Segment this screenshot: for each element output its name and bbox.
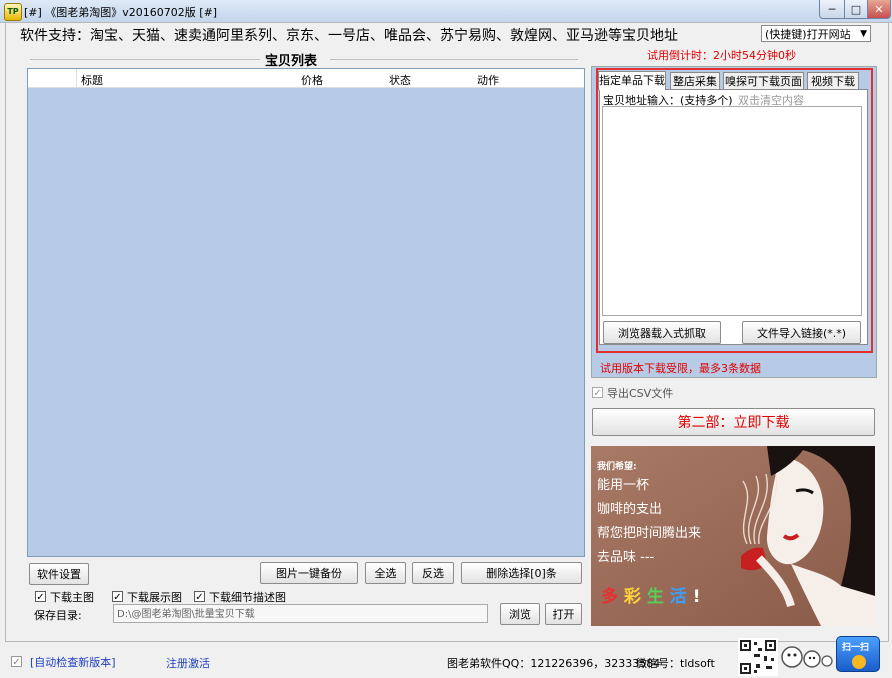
download-display-label: 下载展示图 xyxy=(127,591,182,604)
face-icon xyxy=(852,655,866,669)
register-link[interactable]: 注册激活 xyxy=(166,655,210,671)
title-bar: TP [#] 《图老弟淘图》v20160702版 [#] ─ □ ✕ xyxy=(0,0,892,23)
auto-check-link[interactable]: [自动检查新版本] xyxy=(30,654,116,670)
ad-slogan-char: 彩 xyxy=(623,587,641,607)
close-button[interactable]: ✕ xyxy=(867,0,891,19)
tab-single-item[interactable]: 指定单品下载 xyxy=(598,71,666,90)
column-separator xyxy=(76,69,77,87)
ad-slogan-char: 生 xyxy=(646,587,664,607)
tab-sniff-pages[interactable]: 嗅探可下载页面 xyxy=(723,72,804,89)
list-header: 标题 价格 状态 动作 xyxy=(28,69,584,88)
auto-check-checkbox[interactable]: ✓ xyxy=(11,656,22,668)
mascot-icon xyxy=(781,646,833,668)
ad-slogan-char: 活 xyxy=(669,587,687,607)
trial-countdown: 试用倒计时：2小时54分钟0秒 xyxy=(647,49,796,62)
app-icon: TP xyxy=(4,3,22,21)
ad-slogan: 多 彩 生 活 ! xyxy=(601,582,700,607)
shortcut-select-value: (快捷键)打开网站 xyxy=(765,28,851,41)
browser-capture-button[interactable]: 浏览器载入式抓取 xyxy=(603,321,721,344)
ad-line: 能用一杯 xyxy=(597,478,650,493)
browse-button[interactable]: 浏览 xyxy=(500,603,540,625)
list-group-title: 宝贝列表 xyxy=(265,54,318,69)
download-detail-label: 下载细节描述图 xyxy=(209,591,286,604)
group-line xyxy=(30,59,260,60)
image-backup-button[interactable]: 图片一键备份 xyxy=(260,562,358,584)
column-header-status[interactable]: 状态 xyxy=(389,72,411,88)
download-main-label: 下载主图 xyxy=(50,591,94,604)
minimize-button[interactable]: ─ xyxy=(819,0,845,19)
wechat-contact: 微信号：tldsoft xyxy=(636,657,715,670)
qr-code-icon xyxy=(738,638,778,676)
ad-line: 咖啡的支出 xyxy=(597,502,663,517)
select-all-button[interactable]: 全选 xyxy=(365,562,406,584)
tab-whole-shop[interactable]: 整店采集 xyxy=(670,72,720,89)
scan-badge[interactable]: 扫一扫 xyxy=(836,636,880,672)
supported-sites-text: 软件支持：淘宝、天猫、速卖通阿里系列、京东、一号店、唯品会、苏宁易购、敦煌网、亚… xyxy=(20,28,678,44)
settings-button[interactable]: 软件设置 xyxy=(29,563,89,585)
download-detail-checkbox[interactable]: ✓ xyxy=(194,591,205,603)
coffee-ad-banner[interactable]: 我们希望: 能用一杯 咖啡的支出 帮您把时间腾出来 去品味 --- 多 彩 生 … xyxy=(591,446,875,626)
file-import-button[interactable]: 文件导入链接(*.*) xyxy=(742,321,861,344)
column-header-price[interactable]: 价格 xyxy=(301,72,323,88)
trial-limit-notice: 试用版本下载受限，最多3条数据 xyxy=(600,362,761,375)
open-button[interactable]: 打开 xyxy=(545,603,582,625)
ad-hope-label: 我们希望: xyxy=(597,462,637,472)
download-main-checkbox[interactable]: ✓ xyxy=(35,591,46,603)
export-csv-checkbox[interactable]: ✓ xyxy=(592,387,603,399)
chevron-down-icon: ▼ xyxy=(860,29,867,39)
ad-slogan-char: 多 xyxy=(601,587,618,607)
ad-line: 去品味 --- xyxy=(597,550,655,565)
group-line xyxy=(330,59,578,60)
column-header-action[interactable]: 动作 xyxy=(477,72,499,88)
save-dir-input[interactable]: D:\@图老弟淘图\批量宝贝下载 xyxy=(113,604,488,623)
download-display-checkbox[interactable]: ✓ xyxy=(112,591,123,603)
save-dir-label: 保存目录: xyxy=(34,609,82,622)
ad-copy: 能用一杯 咖啡的支出 帮您把时间腾出来 去品味 --- xyxy=(597,474,701,570)
export-csv-label: 导出CSV文件 xyxy=(607,387,674,400)
invert-selection-button[interactable]: 反选 xyxy=(412,562,454,584)
tab-video-download[interactable]: 视频下载 xyxy=(807,72,859,89)
url-textarea[interactable] xyxy=(602,106,862,316)
column-header-title[interactable]: 标题 xyxy=(81,72,103,88)
download-now-button[interactable]: 第二部：立即下载 xyxy=(592,408,875,436)
qq-contact: 图老弟软件QQ：121226396，32333584 xyxy=(447,657,661,670)
ad-line: 帮您把时间腾出来 xyxy=(597,526,702,541)
shortcut-site-select[interactable]: (快捷键)打开网站 ▼ xyxy=(761,25,871,42)
delete-selected-button[interactable]: 删除选择[0]条 xyxy=(461,562,582,584)
scan-label: 扫一扫 xyxy=(842,643,870,653)
window-title: [#] 《图老弟淘图》v20160702版 [#] xyxy=(24,6,218,19)
product-list[interactable]: 标题 价格 状态 动作 xyxy=(27,68,585,557)
status-bar: ✓ [自动检查新版本] 注册激活 图老弟软件QQ：121226396，32333… xyxy=(0,636,892,678)
ad-slogan-char: ! xyxy=(692,587,701,607)
maximize-button[interactable]: □ xyxy=(844,0,868,19)
